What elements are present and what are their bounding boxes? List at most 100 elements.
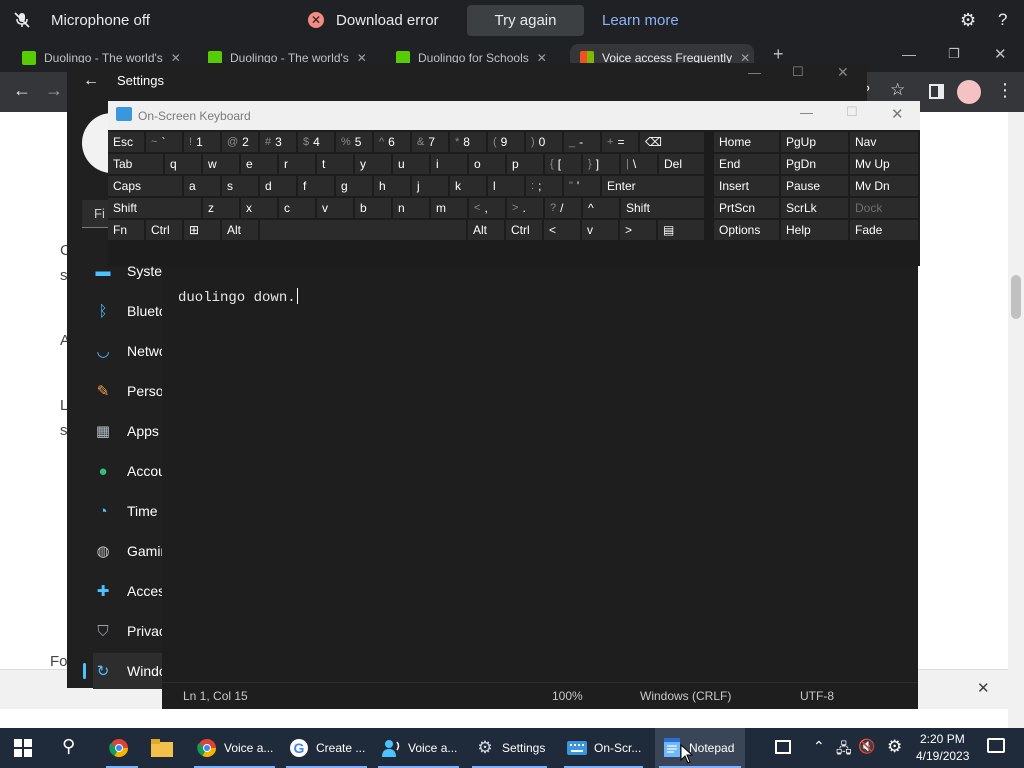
clock-time[interactable]: 2:20 PM bbox=[920, 732, 965, 746]
notifications-icon[interactable] bbox=[987, 738, 1005, 753]
osk-key[interactable]: x bbox=[241, 198, 277, 218]
close-icon[interactable]: ✕ bbox=[891, 105, 904, 123]
osk-key[interactable]: a bbox=[184, 176, 220, 196]
osk-key[interactable]: d bbox=[260, 176, 296, 196]
osk-key[interactable]: ) 0 bbox=[526, 132, 562, 152]
osk-key[interactable]: j bbox=[412, 176, 448, 196]
osk-key[interactable]: r bbox=[279, 154, 315, 174]
osk-key[interactable]: Shift bbox=[108, 198, 201, 218]
osk-key[interactable]: e bbox=[241, 154, 277, 174]
microphone-off-icon[interactable] bbox=[13, 0, 31, 40]
start-button[interactable] bbox=[14, 739, 32, 760]
osk-key[interactable]: > bbox=[620, 220, 656, 240]
clock-date[interactable]: 4/19/2023 bbox=[916, 749, 969, 763]
osk-key[interactable]: c bbox=[279, 198, 315, 218]
osk-key[interactable]: Del bbox=[659, 154, 704, 174]
osk-key[interactable]: s bbox=[222, 176, 258, 196]
osk-key[interactable]: ~ ` bbox=[146, 132, 182, 152]
taskbar-app-chrome[interactable] bbox=[102, 728, 142, 768]
osk-key[interactable]: g bbox=[336, 176, 372, 196]
search-icon[interactable]: ⚲ bbox=[62, 736, 75, 757]
notepad-text-area[interactable]: duolingo down. bbox=[178, 288, 298, 306]
page-scrollbar-thumb[interactable] bbox=[1011, 275, 1021, 319]
osk-key[interactable]: Alt bbox=[222, 220, 258, 240]
osk-key[interactable]: $4 bbox=[298, 132, 334, 152]
osk-key[interactable]: }] bbox=[583, 154, 619, 174]
osk-key[interactable]: >. bbox=[507, 198, 543, 218]
osk-nav-key[interactable]: Options bbox=[714, 220, 779, 240]
volume-muted-icon[interactable]: 🔇 bbox=[858, 738, 875, 755]
osk-key[interactable]: | \ bbox=[621, 154, 657, 174]
osk-key[interactable] bbox=[260, 220, 466, 240]
taskbar-app-explorer[interactable] bbox=[145, 728, 185, 768]
osk-key[interactable]: ^ bbox=[583, 198, 619, 218]
taskbar-app-notepad[interactable]: Notepad bbox=[655, 728, 745, 768]
osk-key[interactable]: < bbox=[544, 220, 580, 240]
osk-key[interactable]: Fn bbox=[108, 220, 144, 240]
gear-icon[interactable]: ⚙ bbox=[887, 737, 902, 757]
osk-nav-key[interactable]: Help bbox=[781, 220, 848, 240]
osk-key[interactable]: ⌫ bbox=[640, 132, 704, 152]
osk-key[interactable]: ! 1 bbox=[184, 132, 220, 152]
taskbar-app-settings[interactable]: ⚙ Settings bbox=[468, 728, 551, 768]
gear-icon[interactable]: ⚙ bbox=[960, 0, 976, 40]
osk-key[interactable]: k bbox=[450, 176, 486, 196]
osk-key[interactable]: o bbox=[469, 154, 505, 174]
osk-key[interactable]: h bbox=[374, 176, 410, 196]
osk-key[interactable]: z bbox=[203, 198, 239, 218]
close-icon[interactable]: ✕ bbox=[977, 679, 990, 697]
back-icon[interactable]: ← bbox=[83, 72, 99, 90]
osk-key[interactable]: ▤ bbox=[658, 220, 704, 240]
osk-key[interactable]: Tab bbox=[108, 154, 163, 174]
osk-nav-key[interactable]: Home bbox=[714, 132, 779, 152]
minimize-icon[interactable]: — bbox=[800, 105, 813, 120]
minimize-icon[interactable]: — bbox=[748, 65, 761, 80]
widgets-icon[interactable] bbox=[775, 740, 791, 754]
osk-key[interactable]: f bbox=[298, 176, 334, 196]
osk-key[interactable]: l bbox=[488, 176, 524, 196]
restore-icon[interactable]: ❐ bbox=[948, 46, 960, 62]
osk-key[interactable]: Caps bbox=[108, 176, 182, 196]
osk-key[interactable]: ^ 6 bbox=[374, 132, 410, 152]
osk-key[interactable]: t bbox=[317, 154, 353, 174]
osk-key[interactable]: <, bbox=[469, 198, 505, 218]
osk-nav-key[interactable]: Mv Up bbox=[850, 154, 918, 174]
osk-key[interactable]: v bbox=[582, 220, 618, 240]
osk-nav-key[interactable]: End bbox=[714, 154, 779, 174]
chevron-up-icon[interactable]: ⌃ bbox=[813, 738, 825, 755]
osk-nav-key[interactable]: ScrLk bbox=[781, 198, 848, 218]
osk-key[interactable]: % 5 bbox=[336, 132, 372, 152]
side-panel-icon[interactable] bbox=[929, 84, 944, 99]
learn-more-link[interactable]: Learn more bbox=[602, 0, 679, 40]
network-icon[interactable]: 🖧 bbox=[836, 738, 852, 762]
osk-nav-key[interactable]: PrtScn bbox=[714, 198, 779, 218]
osk-key[interactable]: Ctrl bbox=[146, 220, 182, 240]
osk-key[interactable]: Ctrl bbox=[506, 220, 542, 240]
osk-key[interactable]: v bbox=[317, 198, 353, 218]
bookmark-star-icon[interactable]: ☆ bbox=[890, 80, 905, 100]
maximize-icon[interactable]: ☐ bbox=[792, 64, 804, 80]
close-window-icon[interactable]: ✕ bbox=[994, 45, 1007, 63]
osk-key[interactable]: & 7 bbox=[412, 132, 448, 152]
osk-key[interactable]: :; bbox=[526, 176, 562, 196]
minimize-icon[interactable]: — bbox=[902, 46, 916, 62]
osk-key[interactable]: i bbox=[431, 154, 467, 174]
osk-nav-key[interactable]: Fade bbox=[850, 220, 918, 240]
osk-key[interactable]: y bbox=[355, 154, 391, 174]
osk-key[interactable]: Shift bbox=[621, 198, 704, 218]
osk-key[interactable]: Alt bbox=[468, 220, 504, 240]
osk-key[interactable]: p bbox=[507, 154, 543, 174]
osk-key[interactable]: ? / bbox=[545, 198, 581, 218]
osk-key[interactable]: ⊞ bbox=[184, 220, 220, 240]
osk-key[interactable]: u bbox=[393, 154, 429, 174]
taskbar-app-create[interactable]: G Create ... bbox=[282, 728, 371, 768]
help-icon[interactable]: ? bbox=[998, 0, 1007, 40]
osk-key[interactable]: q bbox=[165, 154, 201, 174]
new-tab-button[interactable]: + bbox=[773, 44, 784, 65]
osk-key[interactable]: b bbox=[355, 198, 391, 218]
avatar[interactable] bbox=[957, 80, 981, 104]
osk-key[interactable]: (9 bbox=[488, 132, 524, 152]
osk-key[interactable]: w bbox=[203, 154, 239, 174]
forward-icon[interactable]: → bbox=[45, 80, 63, 101]
osk-key[interactable]: {[ bbox=[545, 154, 581, 174]
